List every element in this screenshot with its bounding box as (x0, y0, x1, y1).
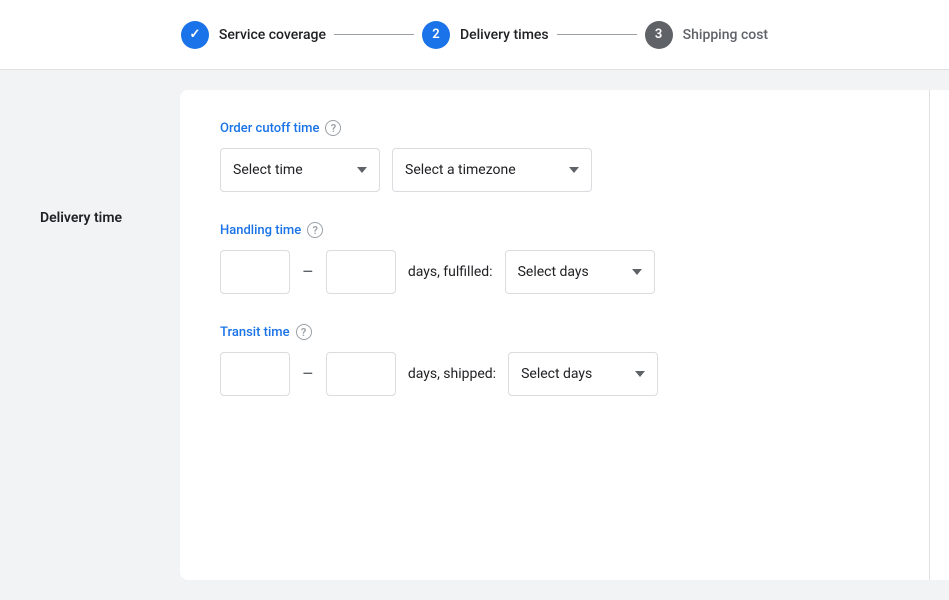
step-number-delivery-times: 2 (432, 27, 439, 42)
transit-dash: – (302, 364, 314, 385)
transit-min-input[interactable] (220, 352, 290, 396)
handling-time-label: Handling time (220, 223, 301, 238)
select-time-dropdown[interactable]: Select time (220, 148, 380, 192)
handling-time-help-icon[interactable]: ? (307, 222, 323, 238)
handling-days-text: days, fulfilled: (408, 264, 493, 280)
transit-time-label: Transit time (220, 325, 290, 340)
transit-max-input[interactable] (326, 352, 396, 396)
select-time-label: Select time (233, 162, 303, 178)
main-content: Delivery time Order cutoff time ? Select… (0, 70, 949, 600)
handling-time-row: – days, fulfilled: Select days (220, 250, 889, 294)
stepper-bar: ✓ Service coverage 2 Delivery times 3 Sh… (0, 0, 949, 70)
step-label-shipping-cost: Shipping cost (683, 27, 768, 43)
step-service-coverage[interactable]: ✓ Service coverage (181, 21, 326, 49)
form-panel: Order cutoff time ? Select time Select a… (180, 90, 929, 580)
check-icon: ✓ (189, 27, 200, 42)
transit-time-help-icon[interactable]: ? (296, 324, 312, 340)
delivery-time-label: Delivery time (40, 210, 122, 226)
transit-select-days-arrow-icon (635, 371, 645, 377)
select-time-arrow-icon (357, 167, 367, 173)
transit-time-row: – days, shipped: Select days (220, 352, 889, 396)
handling-select-days-dropdown[interactable]: Select days (505, 250, 655, 294)
select-timezone-dropdown[interactable]: Select a timezone (392, 148, 592, 192)
step-number-shipping-cost: 3 (655, 27, 662, 42)
handling-time-section: Handling time ? – days, fulfilled: Selec… (220, 222, 889, 294)
step-circle-shipping-cost: 3 (645, 21, 673, 49)
step-label-service-coverage: Service coverage (219, 27, 326, 43)
handling-max-input[interactable] (326, 250, 396, 294)
handling-select-days-arrow-icon (632, 269, 642, 275)
handling-dash: – (302, 262, 314, 283)
step-circle-delivery-times: 2 (422, 21, 450, 49)
step-shipping-cost[interactable]: 3 Shipping cost (645, 21, 768, 49)
step-circle-service-coverage: ✓ (181, 21, 209, 49)
order-cutoff-help-icon[interactable]: ? (325, 120, 341, 136)
left-sidebar: Delivery time (0, 90, 180, 580)
transit-select-days-label: Select days (521, 366, 592, 382)
select-timezone-label: Select a timezone (405, 162, 516, 178)
step-connector-1 (334, 34, 414, 35)
handling-min-input[interactable] (220, 250, 290, 294)
order-cutoff-label-row: Order cutoff time ? (220, 120, 889, 136)
select-timezone-arrow-icon (569, 167, 579, 173)
handling-select-days-label: Select days (518, 264, 589, 280)
order-cutoff-row: Select time Select a timezone (220, 148, 889, 192)
step-label-delivery-times: Delivery times (460, 27, 549, 43)
transit-days-text: days, shipped: (408, 366, 496, 382)
order-cutoff-label: Order cutoff time (220, 121, 319, 136)
transit-time-section: Transit time ? – days, shipped: Select d… (220, 324, 889, 396)
handling-time-label-row: Handling time ? (220, 222, 889, 238)
right-panel (929, 90, 949, 580)
transit-select-days-dropdown[interactable]: Select days (508, 352, 658, 396)
order-cutoff-section: Order cutoff time ? Select time Select a… (220, 120, 889, 192)
step-connector-2 (557, 34, 637, 35)
transit-time-label-row: Transit time ? (220, 324, 889, 340)
step-delivery-times[interactable]: 2 Delivery times (422, 21, 549, 49)
